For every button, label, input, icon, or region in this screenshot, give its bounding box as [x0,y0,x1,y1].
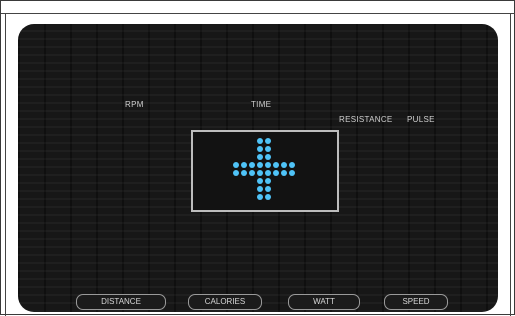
frame-divider [1,13,515,14]
speed-button[interactable]: SPEED [384,294,448,310]
resistance-label: RESISTANCE [339,115,393,124]
distance-button[interactable]: DISTANCE [76,294,166,310]
frame-left-border [5,13,6,316]
pulse-label: PULSE [407,115,435,124]
center-display [191,130,339,212]
screenshot-frame: RPM TIME RESISTANCE PULSE DISTANCE CALOR… [0,0,515,316]
rpm-label: RPM [125,100,144,109]
watt-button[interactable]: WATT [288,294,360,310]
plus-cross-dot-icon [229,134,309,208]
time-label: TIME [251,100,272,109]
frame-right-border [510,13,511,316]
fitness-console: RPM TIME RESISTANCE PULSE DISTANCE CALOR… [18,24,498,312]
calories-button[interactable]: CALORIES [188,294,262,310]
